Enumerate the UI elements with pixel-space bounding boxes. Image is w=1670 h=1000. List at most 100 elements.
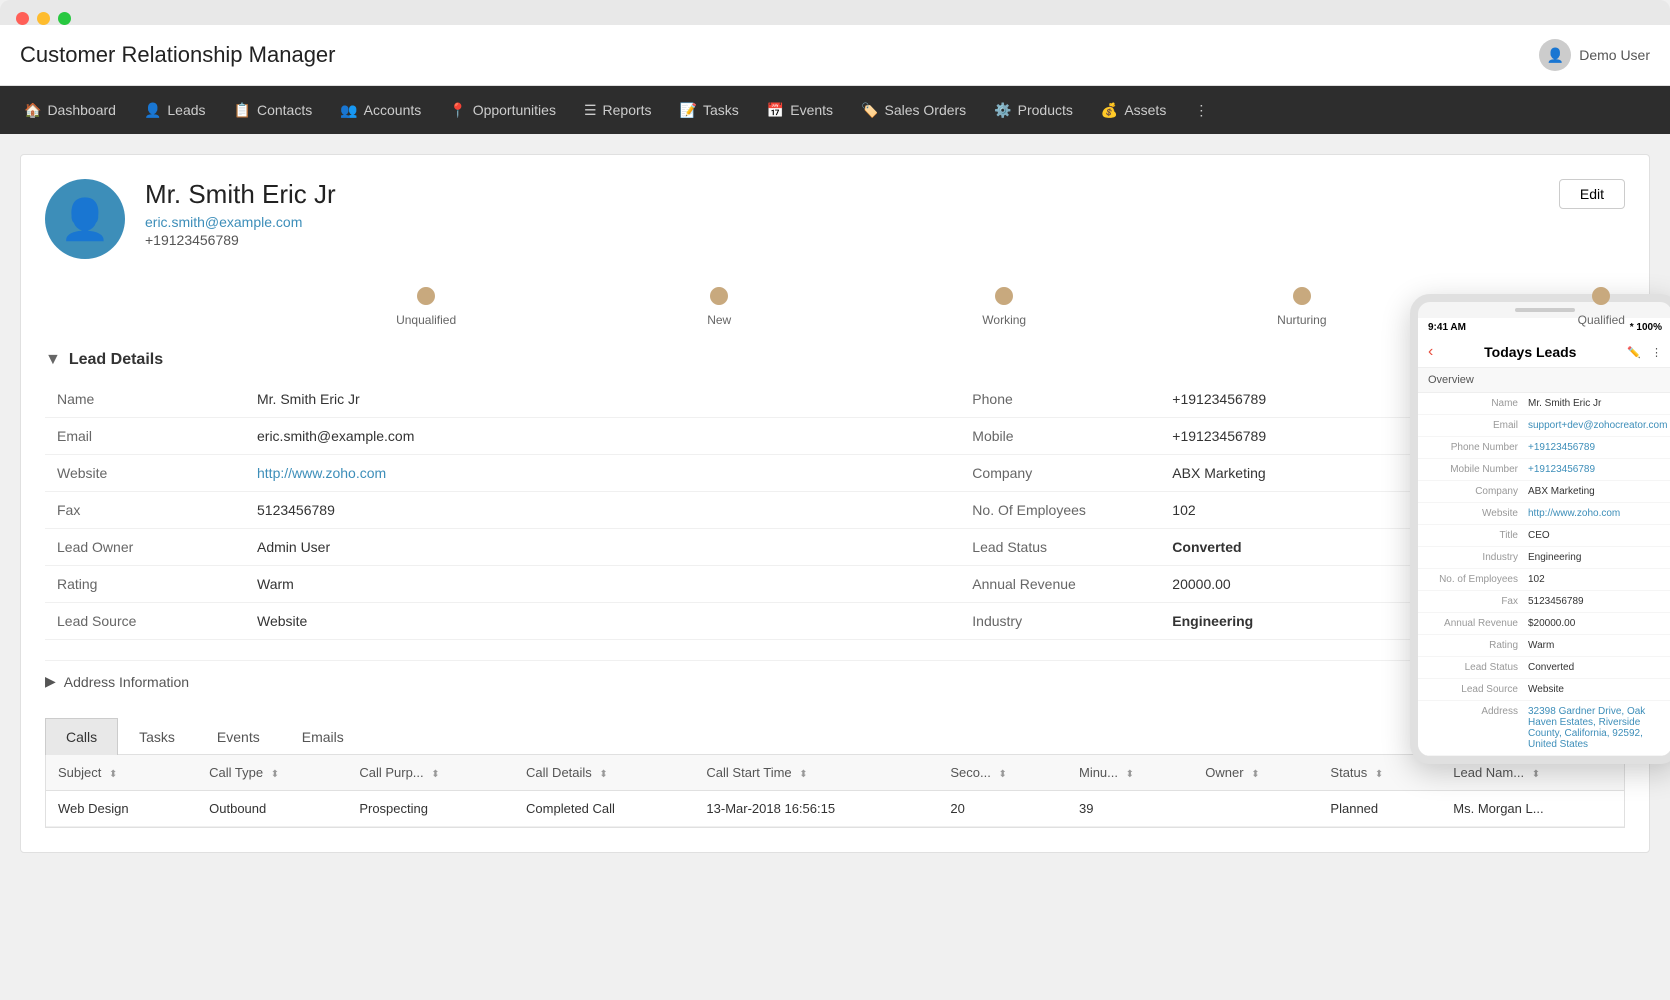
nav-label-reports: Reports bbox=[603, 102, 652, 118]
mobile-field-email[interactable]: support+dev@zohocreator.com bbox=[1528, 420, 1667, 431]
mobile-back-button[interactable]: ‹ bbox=[1428, 343, 1433, 361]
user-area: 👤 Demo User bbox=[1539, 39, 1650, 71]
lead-details-header[interactable]: ▼ Lead Details bbox=[45, 351, 1625, 369]
sort-icon: ⬍ bbox=[1126, 769, 1134, 780]
sort-icon: ⬍ bbox=[799, 769, 807, 780]
col-call-type[interactable]: Call Type ⬍ bbox=[197, 755, 347, 791]
nav-item-dashboard[interactable]: 🏠 Dashboard bbox=[10, 86, 130, 134]
field-label: Phone bbox=[960, 381, 1160, 418]
contacts-icon: 📋 bbox=[234, 102, 251, 119]
nav-label-assets: Assets bbox=[1124, 102, 1166, 118]
edit-button[interactable]: Edit bbox=[1559, 179, 1625, 209]
col-seconds-label: Seco... bbox=[950, 765, 990, 780]
mobile-field-label: Lead Source bbox=[1428, 684, 1528, 695]
col-subject-label: Subject bbox=[58, 765, 101, 780]
col-subject[interactable]: Subject ⬍ bbox=[46, 755, 197, 791]
mobile-field-label: Fax bbox=[1428, 596, 1528, 607]
lead-details-title: Lead Details bbox=[69, 351, 163, 369]
mobile-detail-row: Name Mr. Smith Eric Jr bbox=[1418, 393, 1670, 415]
table-row: Web Design Outbound Prospecting Complete… bbox=[46, 791, 1624, 827]
step-working[interactable]: Working bbox=[982, 287, 1026, 327]
nav-item-assets[interactable]: 💰 Assets bbox=[1087, 86, 1180, 134]
mobile-field-industry: Engineering bbox=[1528, 552, 1662, 563]
nav-item-sales-orders[interactable]: 🏷️ Sales Orders bbox=[847, 86, 980, 134]
tab-tasks[interactable]: Tasks bbox=[118, 718, 196, 755]
nav-item-more[interactable]: ⋮ bbox=[1180, 86, 1222, 134]
mobile-edit-icon[interactable]: ✏️ bbox=[1627, 346, 1641, 359]
mobile-more-icon[interactable]: ⋮ bbox=[1651, 346, 1662, 359]
user-name[interactable]: Demo User bbox=[1579, 47, 1650, 63]
products-icon: ⚙️ bbox=[994, 102, 1011, 119]
address-section[interactable]: ▶ Address Information bbox=[45, 660, 1625, 702]
mobile-field-company: ABX Marketing bbox=[1528, 486, 1662, 497]
sort-icon: ⬍ bbox=[599, 769, 607, 780]
nav-label-events: Events bbox=[790, 102, 833, 118]
cell-call-type: Outbound bbox=[197, 791, 347, 827]
tab-events-label: Events bbox=[217, 729, 260, 745]
sales-orders-icon: 🏷️ bbox=[861, 102, 878, 119]
mobile-field-label: Phone Number bbox=[1428, 442, 1528, 453]
address-toggle-icon: ▶ bbox=[45, 673, 56, 690]
col-call-details[interactable]: Call Details ⬍ bbox=[514, 755, 694, 791]
field-label: Website bbox=[45, 455, 245, 492]
step-nurturing[interactable]: Nurturing bbox=[1277, 287, 1326, 327]
field-label: Annual Revenue bbox=[960, 566, 1160, 603]
mobile-field-address[interactable]: 32398 Gardner Drive, Oak Haven Estates, … bbox=[1528, 706, 1662, 750]
tab-calls[interactable]: Calls bbox=[45, 718, 118, 755]
nav-item-products[interactable]: ⚙️ Products bbox=[980, 86, 1087, 134]
lead-phone: +19123456789 bbox=[145, 232, 336, 248]
nav-item-accounts[interactable]: 👥 Accounts bbox=[326, 86, 435, 134]
maximize-button[interactable] bbox=[58, 12, 71, 25]
cell-lead-name: Ms. Morgan L... bbox=[1441, 791, 1624, 827]
calls-table: Subject ⬍ Call Type ⬍ Call Purp... ⬍ C bbox=[46, 755, 1624, 827]
step-unqualified[interactable]: Unqualified bbox=[396, 287, 456, 327]
nav-item-leads[interactable]: 👤 Leads bbox=[130, 86, 220, 134]
tasks-icon: 📝 bbox=[680, 102, 697, 119]
tab-emails[interactable]: Emails bbox=[281, 718, 365, 755]
top-bar: Customer Relationship Manager 👤 Demo Use… bbox=[0, 25, 1670, 86]
field-value-lead-owner: Admin User bbox=[245, 529, 960, 566]
col-call-details-label: Call Details bbox=[526, 765, 592, 780]
nav-item-opportunities[interactable]: 📍 Opportunities bbox=[435, 86, 570, 134]
nav-label-dashboard: Dashboard bbox=[47, 102, 116, 118]
progress-bar-section: Unqualified New Working Nurturing Qualif… bbox=[45, 287, 1625, 327]
tab-events[interactable]: Events bbox=[196, 718, 281, 755]
col-call-purpose-label: Call Purp... bbox=[359, 765, 423, 780]
reports-icon: ☰ bbox=[584, 102, 597, 119]
field-value-lead-source: Website bbox=[245, 603, 960, 640]
step-qualified[interactable]: Qualified bbox=[1578, 287, 1625, 327]
nav-item-tasks[interactable]: 📝 Tasks bbox=[666, 86, 753, 134]
nav-label-leads: Leads bbox=[167, 102, 205, 118]
mobile-field-phone[interactable]: +19123456789 bbox=[1528, 442, 1662, 453]
mobile-detail-row: Mobile Number +19123456789 bbox=[1418, 459, 1670, 481]
field-value-website[interactable]: http://www.zoho.com bbox=[245, 455, 960, 492]
close-button[interactable] bbox=[16, 12, 29, 25]
tabs-bar: Calls Tasks Events Emails bbox=[45, 718, 1625, 755]
nav-item-reports[interactable]: ☰ Reports bbox=[570, 86, 666, 134]
minimize-button[interactable] bbox=[37, 12, 50, 25]
opportunities-icon: 📍 bbox=[449, 102, 466, 119]
col-call-start-time[interactable]: Call Start Time ⬍ bbox=[694, 755, 938, 791]
mobile-field-label: No. of Employees bbox=[1428, 574, 1528, 585]
col-minutes[interactable]: Minu... ⬍ bbox=[1067, 755, 1193, 791]
mobile-field-label: Address bbox=[1428, 706, 1528, 750]
field-label: Name bbox=[45, 381, 245, 418]
nav-item-events[interactable]: 📅 Events bbox=[753, 86, 847, 134]
field-label: Rating bbox=[45, 566, 245, 603]
mobile-overview-label: Overview bbox=[1428, 374, 1474, 386]
nav-label-tasks: Tasks bbox=[703, 102, 739, 118]
step-new[interactable]: New bbox=[707, 287, 731, 327]
mobile-field-website[interactable]: http://www.zoho.com bbox=[1528, 508, 1662, 519]
nav-item-contacts[interactable]: 📋 Contacts bbox=[220, 86, 327, 134]
mobile-detail-row: Annual Revenue $20000.00 bbox=[1418, 613, 1670, 635]
col-owner-label: Owner bbox=[1205, 765, 1243, 780]
lead-email[interactable]: eric.smith@example.com bbox=[145, 214, 336, 230]
mobile-field-lead-source: Website bbox=[1528, 684, 1662, 695]
user-avatar: 👤 bbox=[1539, 39, 1571, 71]
mobile-nav: ‹ Todays Leads ✏️ ⋮ bbox=[1418, 337, 1670, 368]
col-call-purpose[interactable]: Call Purp... ⬍ bbox=[347, 755, 514, 791]
field-label: Industry bbox=[960, 603, 1160, 640]
col-seconds[interactable]: Seco... ⬍ bbox=[938, 755, 1067, 791]
mobile-field-mobile[interactable]: +19123456789 bbox=[1528, 464, 1662, 475]
col-owner[interactable]: Owner ⬍ bbox=[1193, 755, 1318, 791]
